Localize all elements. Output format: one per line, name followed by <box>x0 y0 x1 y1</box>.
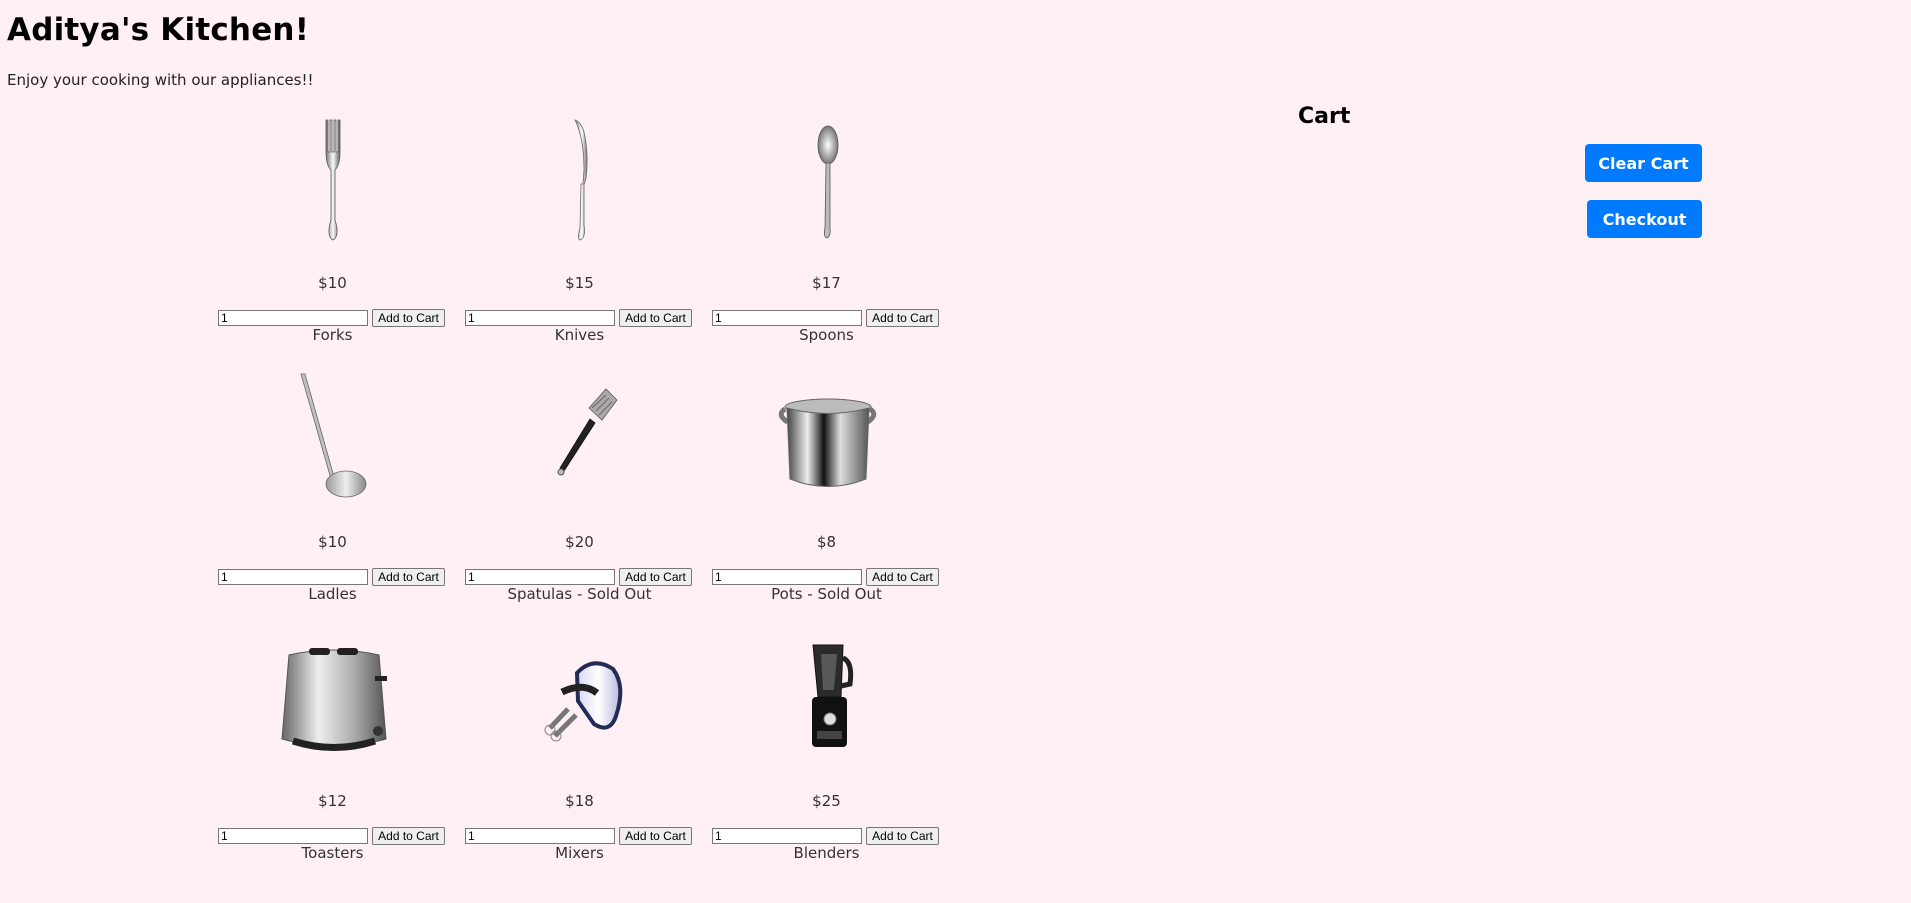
product-name: Blenders <box>793 844 860 862</box>
product-card-toasters: $12 Add to Cart Toasters <box>209 628 456 887</box>
fork-icon <box>258 110 408 248</box>
add-to-cart-button[interactable]: Add to Cart <box>372 309 445 327</box>
quantity-input[interactable] <box>218 310 368 326</box>
product-card-knives: $15 Add to Cart Knives <box>456 110 703 369</box>
site-title: Aditya's Kitchen! <box>7 12 310 48</box>
add-to-cart-button[interactable]: Add to Cart <box>866 309 939 327</box>
product-card-spatulas: $20 Add to Cart Spatulas - Sold Out <box>456 369 703 628</box>
add-to-cart-row: Add to Cart <box>712 568 941 586</box>
spatula-icon <box>505 369 655 507</box>
product-name: Ladles <box>308 585 357 603</box>
product-card-forks: $10 Add to Cart Forks <box>209 110 456 369</box>
product-price: $10 <box>318 533 347 551</box>
add-to-cart-row: Add to Cart <box>465 568 694 586</box>
quantity-input[interactable] <box>712 569 862 585</box>
add-to-cart-button[interactable]: Add to Cart <box>619 309 692 327</box>
product-card-pots: $8 Add to Cart Pots - Sold Out <box>703 369 950 628</box>
add-to-cart-button[interactable]: Add to Cart <box>619 568 692 586</box>
spoon-icon <box>752 110 902 248</box>
product-price: $8 <box>816 533 837 551</box>
product-name: Pots - Sold Out <box>771 585 882 603</box>
product-name: Toasters <box>301 844 364 862</box>
product-name: Spoons <box>799 326 854 344</box>
product-price: $25 <box>812 792 841 810</box>
product-card-spoons: $17 Add to Cart Spoons <box>703 110 950 369</box>
product-price: $18 <box>565 792 594 810</box>
add-to-cart-button[interactable]: Add to Cart <box>866 827 939 845</box>
quantity-input[interactable] <box>712 310 862 326</box>
quantity-input[interactable] <box>465 828 615 844</box>
product-price: $10 <box>318 274 347 292</box>
add-to-cart-button[interactable]: Add to Cart <box>866 568 939 586</box>
add-to-cart-row: Add to Cart <box>218 568 447 586</box>
product-price: $15 <box>565 274 594 292</box>
pot-icon <box>752 369 902 507</box>
product-name: Forks <box>312 326 353 344</box>
product-card-ladles: $10 Add to Cart Ladles <box>209 369 456 628</box>
add-to-cart-row: Add to Cart <box>465 827 694 845</box>
product-price: $17 <box>812 274 841 292</box>
knife-icon <box>505 110 655 248</box>
product-price: $12 <box>318 792 347 810</box>
product-price: $20 <box>565 533 594 551</box>
product-name: Knives <box>554 326 605 344</box>
blender-icon <box>752 628 902 766</box>
add-to-cart-row: Add to Cart <box>218 309 447 327</box>
product-name: Mixers <box>555 844 604 862</box>
quantity-input[interactable] <box>465 310 615 326</box>
quantity-input[interactable] <box>218 828 368 844</box>
ladle-icon <box>258 369 408 507</box>
product-card-mixers: $18 Add to Cart Mixers <box>456 628 703 887</box>
site-subtitle: Enjoy your cooking with our appliances!! <box>7 71 314 89</box>
add-to-cart-button[interactable]: Add to Cart <box>619 827 692 845</box>
add-to-cart-row: Add to Cart <box>218 827 447 845</box>
mixer-icon <box>505 628 655 766</box>
add-to-cart-button[interactable]: Add to Cart <box>372 827 445 845</box>
page: Aditya's Kitchen! Enjoy your cooking wit… <box>0 0 1911 903</box>
quantity-input[interactable] <box>712 828 862 844</box>
product-card-blenders: $25 Add to Cart Blenders <box>703 628 950 887</box>
add-to-cart-button[interactable]: Add to Cart <box>372 568 445 586</box>
cart-heading: Cart <box>1298 104 1351 129</box>
add-to-cart-row: Add to Cart <box>712 309 941 327</box>
checkout-button[interactable]: Checkout <box>1587 200 1702 238</box>
product-grid: $10 Add to Cart Forks $15 Add to Cart <box>209 110 950 887</box>
quantity-input[interactable] <box>465 569 615 585</box>
toaster-icon <box>258 628 408 766</box>
quantity-input[interactable] <box>218 569 368 585</box>
product-name: Spatulas - Sold Out <box>507 585 652 603</box>
clear-cart-button[interactable]: Clear Cart <box>1585 144 1702 182</box>
add-to-cart-row: Add to Cart <box>712 827 941 845</box>
add-to-cart-row: Add to Cart <box>465 309 694 327</box>
